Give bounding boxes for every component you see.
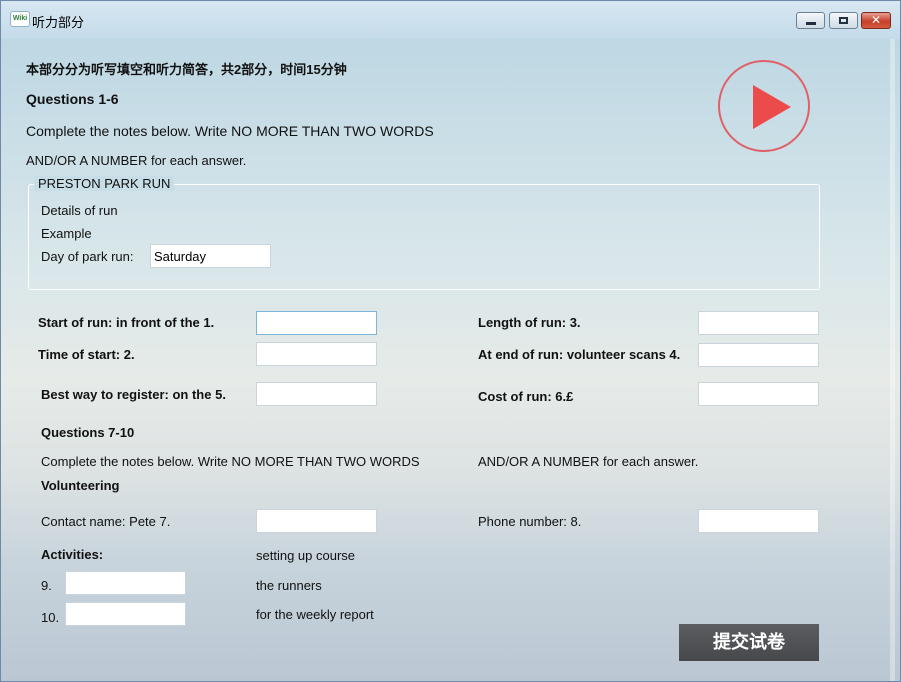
- listening-section: 本部分分为听写填空和听力简答，共2部分，时间15分钟 Questions 1-6…: [8, 39, 895, 681]
- q5-answer-field[interactable]: [256, 382, 377, 406]
- app-logo-icon: Wiki: [10, 11, 30, 27]
- vertical-scrollbar[interactable]: [890, 39, 895, 681]
- example-line-example: Example: [41, 226, 92, 241]
- q8-label: Phone number: 8.: [478, 514, 582, 529]
- example-day-label: Day of park run:: [41, 249, 134, 264]
- play-icon: [753, 85, 791, 129]
- q2-label: Time of start: 2.: [38, 347, 135, 362]
- example-line-details: Details of run: [41, 203, 118, 218]
- q4-label: At end of run: volunteer scans 4.: [478, 347, 681, 362]
- q6-label: Cost of run: 6.£: [478, 389, 574, 404]
- maximize-icon: [839, 17, 848, 24]
- title-bar: Wiki 听力部分 ✕: [1, 1, 900, 39]
- submit-exam-button[interactable]: 提交试卷: [679, 624, 819, 661]
- close-icon: ✕: [870, 13, 882, 27]
- q3-label: Length of run: 3.: [478, 315, 581, 330]
- section1-heading: Questions 1-6: [26, 91, 119, 107]
- window-title: 听力部分: [32, 15, 85, 30]
- section1-instructions-line2: AND/OR A NUMBER for each answer.: [26, 153, 247, 168]
- section2-instructions-left: Complete the notes below. Write NO MORE …: [41, 454, 420, 469]
- audio-play-button[interactable]: [718, 60, 810, 152]
- q1-label: Start of run: in front of the 1.: [38, 315, 215, 330]
- q7-label: Contact name: Pete 7.: [41, 514, 171, 529]
- minimize-button[interactable]: [796, 12, 825, 29]
- q6-answer-field[interactable]: [698, 382, 819, 406]
- minimize-icon: [806, 22, 816, 25]
- q4-answer-field[interactable]: [698, 343, 819, 367]
- example-group-box: PRESTON PARK RUN Details of run Example …: [28, 176, 820, 290]
- q3-answer-field[interactable]: [698, 311, 819, 335]
- maximize-button[interactable]: [829, 12, 858, 29]
- app-window: Wiki 听力部分 ✕ 本部分分为听写填空和听力简答，共2部分，时间15分钟 Q…: [0, 0, 901, 682]
- activities-label: Activities:: [41, 547, 104, 562]
- example-day-field[interactable]: [150, 244, 271, 268]
- section1-instructions-line1: Complete the notes below. Write NO MORE …: [26, 123, 434, 139]
- activity-setting-up-course: setting up course: [256, 548, 356, 563]
- q10-answer-field[interactable]: [65, 602, 186, 626]
- volunteering-subheading: Volunteering: [41, 478, 120, 493]
- q9-answer-field[interactable]: [65, 571, 186, 595]
- q8-answer-field[interactable]: [698, 509, 819, 533]
- q9-number: 9.: [41, 578, 52, 593]
- q2-answer-field[interactable]: [256, 342, 377, 366]
- section2-heading: Questions 7-10: [41, 425, 135, 440]
- close-button[interactable]: ✕: [861, 12, 891, 29]
- q7-answer-field[interactable]: [256, 509, 377, 533]
- example-legend: PRESTON PARK RUN: [34, 176, 175, 191]
- activity-the-runners: the runners: [256, 578, 322, 593]
- q1-answer-field[interactable]: [256, 311, 377, 335]
- section-intro: 本部分分为听写填空和听力简答，共2部分，时间15分钟: [26, 62, 347, 77]
- q5-label: Best way to register: on the 5.: [41, 387, 226, 402]
- activity-weekly-report: for the weekly report: [256, 607, 374, 622]
- section2-instructions-right: AND/OR A NUMBER for each answer.: [478, 454, 699, 469]
- q10-number: 10.: [41, 610, 60, 625]
